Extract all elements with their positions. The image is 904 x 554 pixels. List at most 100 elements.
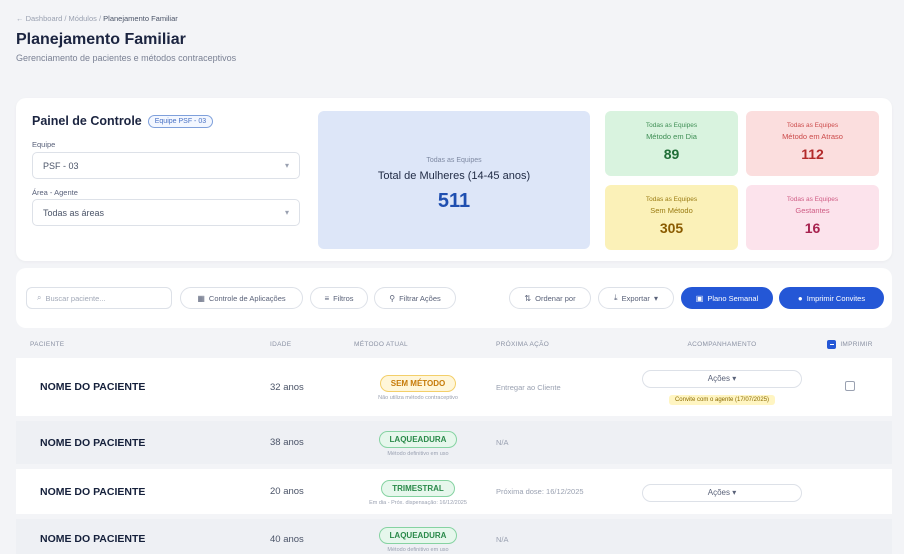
filter-actions-button[interactable]: ⚲ Filtrar Ações: [374, 287, 456, 309]
actions-label: Ações: [707, 487, 730, 497]
breadcrumb-current: Planejamento Familiar: [103, 14, 178, 23]
export-label: Exportar: [621, 293, 650, 303]
controle-aplicacoes-label: Controle de Aplicações: [208, 293, 286, 303]
export-button[interactable]: ⤓ Exportar ▾: [598, 287, 674, 309]
col-header-idade[interactable]: IDADE: [270, 341, 340, 348]
actions-label: Ações: [707, 374, 730, 383]
col-header-imprimir[interactable]: IMPRIMIR: [808, 339, 892, 349]
stat-label: Sem Método: [650, 206, 693, 215]
stat-scope: Todas as Equipes: [786, 122, 839, 129]
total-value: 511: [437, 190, 471, 212]
control-panel: Painel de Controle Equipe PSF - 03 Equip…: [16, 98, 892, 261]
print-cell: [808, 378, 892, 396]
select-all-checkbox[interactable]: [827, 339, 837, 349]
weekly-plan-button[interactable]: ▣ Plano Semanal: [681, 287, 773, 309]
tracking-cell: Ações ▾ Convite com o agente (17/07/2025…: [636, 368, 808, 406]
method-subtext: Método definitivo em uso: [387, 450, 449, 457]
stat-scope: Todas as Equipes: [645, 122, 698, 129]
col-header-acompanhamento[interactable]: ACOMPANHAMENTO: [636, 341, 808, 348]
search-input[interactable]: ⌕ Buscar paciente...: [26, 287, 172, 309]
download-icon: ⤓: [614, 293, 618, 302]
controle-aplicacoes-button[interactable]: ▦ Controle de Aplicações: [180, 287, 303, 309]
filters-label: Filtros: [333, 293, 354, 303]
patient-age: 40 anos: [270, 533, 304, 545]
chevron-down-icon: ▾: [732, 374, 737, 383]
stat-scope: Todas as Equipes: [645, 196, 698, 203]
next-action: N/A: [496, 534, 509, 544]
filter-icon: ⚲: [389, 293, 396, 303]
patient-name: NOME DO PACIENTE: [40, 381, 146, 393]
team-label: Equipe: [32, 140, 56, 149]
col-header-metodo[interactable]: MÉTODO ATUAL: [340, 341, 496, 348]
filter-actions-label: Filtrar Ações: [399, 293, 441, 303]
next-action: Próxima dose: 16/12/2025: [496, 487, 584, 496]
print-invites-label: Imprimir Convites: [806, 293, 866, 303]
weekly-plan-label: Plano Semanal: [707, 293, 759, 303]
print-checkbox[interactable]: [845, 381, 855, 391]
panel-title: Painel de Controle Equipe PSF - 03: [32, 114, 214, 128]
breadcrumb-trail[interactable]: Dashboard / Módulos /: [26, 14, 101, 23]
stat-value: 112: [801, 146, 824, 162]
patient-name: NOME DO PACIENTE: [40, 436, 146, 449]
area-select[interactable]: Todas as áreas ▾: [32, 199, 300, 226]
method-badge: LAQUEADURA: [378, 430, 458, 448]
method-badge: SEM MÉTODO: [379, 375, 457, 392]
panel-title-text: Painel de Controle: [32, 114, 142, 128]
filters-button[interactable]: ≡ Filtros: [310, 287, 368, 309]
stat-card-no-method[interactable]: Todas as Equipes Sem Método 305: [605, 185, 738, 250]
chevron-down-icon: ▾: [284, 161, 289, 170]
patient-age: 32 anos: [270, 381, 304, 393]
chevron-down-icon: ▾: [284, 208, 289, 217]
plan-icon: ▣: [695, 293, 704, 303]
back-arrow-icon[interactable]: ←: [16, 14, 24, 23]
chevron-down-icon: ▾: [732, 487, 737, 497]
stat-card-method-late[interactable]: Todas as Equipes Método em Atraso 112: [746, 111, 879, 176]
method-cell: LAQUEADURA Método definitivo em uso: [340, 429, 496, 457]
method-badge: LAQUEADURA: [378, 527, 458, 544]
sort-icon: ⇅: [524, 293, 532, 303]
invite-badge: Convite com o agente (17/07/2025): [668, 395, 776, 405]
method-cell: LAQUEADURA Método definitivo em uso: [340, 525, 496, 553]
calendar-icon: ▦: [197, 293, 205, 303]
chevron-down-icon: ▾: [653, 293, 658, 303]
stat-label: Método em Atraso: [782, 132, 843, 141]
col-header-imprimir-label: IMPRIMIR: [840, 340, 873, 348]
table-row[interactable]: NOME DO PACIENTE 38 anos LAQUEADURA Méto…: [16, 421, 892, 464]
actions-dropdown[interactable]: Ações ▾: [642, 370, 802, 388]
patient-age: 38 anos: [270, 437, 304, 448]
filter-icon: ≡: [324, 293, 330, 303]
total-label: Total de Mulheres (14-45 anos): [377, 170, 531, 182]
actions-dropdown[interactable]: Ações ▾: [642, 483, 802, 502]
stat-value: 305: [659, 220, 684, 236]
stat-label: Gestantes: [795, 206, 830, 215]
page-subtitle: Gerenciamento de pacientes e métodos con…: [16, 53, 237, 63]
stat-scope: Todas as Equipes: [786, 196, 839, 203]
sort-button[interactable]: ⇅ Ordenar por: [509, 287, 591, 309]
tracking-cell: Ações ▾: [636, 482, 808, 502]
area-label: Área - Agente: [32, 188, 78, 197]
patients-table: PACIENTE IDADE MÉTODO ATUAL PRÓXIMA AÇÃO…: [16, 330, 892, 554]
method-subtext: Método definitivo em uso: [387, 547, 449, 553]
next-action: N/A: [496, 438, 509, 447]
method-subtext: Não utiliza método contraceptivo: [378, 395, 458, 401]
table-row[interactable]: NOME DO PACIENTE 20 anos TRIMESTRAL Em d…: [16, 469, 892, 514]
team-select-value: PSF - 03: [43, 161, 79, 171]
print-invites-button[interactable]: ● Imprimir Convites: [779, 287, 884, 309]
sort-label: Ordenar por: [535, 293, 576, 303]
total-scope: Todas as Equipes: [426, 157, 482, 164]
method-badge: TRIMESTRAL: [381, 479, 455, 497]
stat-card-method-ok[interactable]: Todas as Equipes Método em Dia 89: [605, 111, 738, 176]
patient-name: NOME DO PACIENTE: [40, 485, 146, 498]
col-header-paciente[interactable]: PACIENTE: [16, 341, 270, 348]
patient-name: NOME DO PACIENTE: [40, 533, 146, 545]
team-select[interactable]: PSF - 03 ▾: [32, 152, 300, 179]
table-row[interactable]: NOME DO PACIENTE 40 anos LAQUEADURA Méto…: [16, 519, 892, 554]
stat-value: 89: [663, 146, 680, 162]
table-header: PACIENTE IDADE MÉTODO ATUAL PRÓXIMA AÇÃO…: [16, 330, 892, 358]
stat-card-pregnant[interactable]: Todas as Equipes Gestantes 16: [746, 185, 879, 250]
stat-value: 16: [804, 220, 821, 236]
total-women-card: Todas as Equipes Total de Mulheres (14-4…: [318, 111, 590, 249]
col-header-proxima-acao[interactable]: PRÓXIMA AÇÃO: [496, 341, 636, 348]
table-row[interactable]: NOME DO PACIENTE 32 anos SEM MÉTODO Não …: [16, 358, 892, 416]
search-placeholder: Buscar paciente...: [45, 293, 106, 303]
